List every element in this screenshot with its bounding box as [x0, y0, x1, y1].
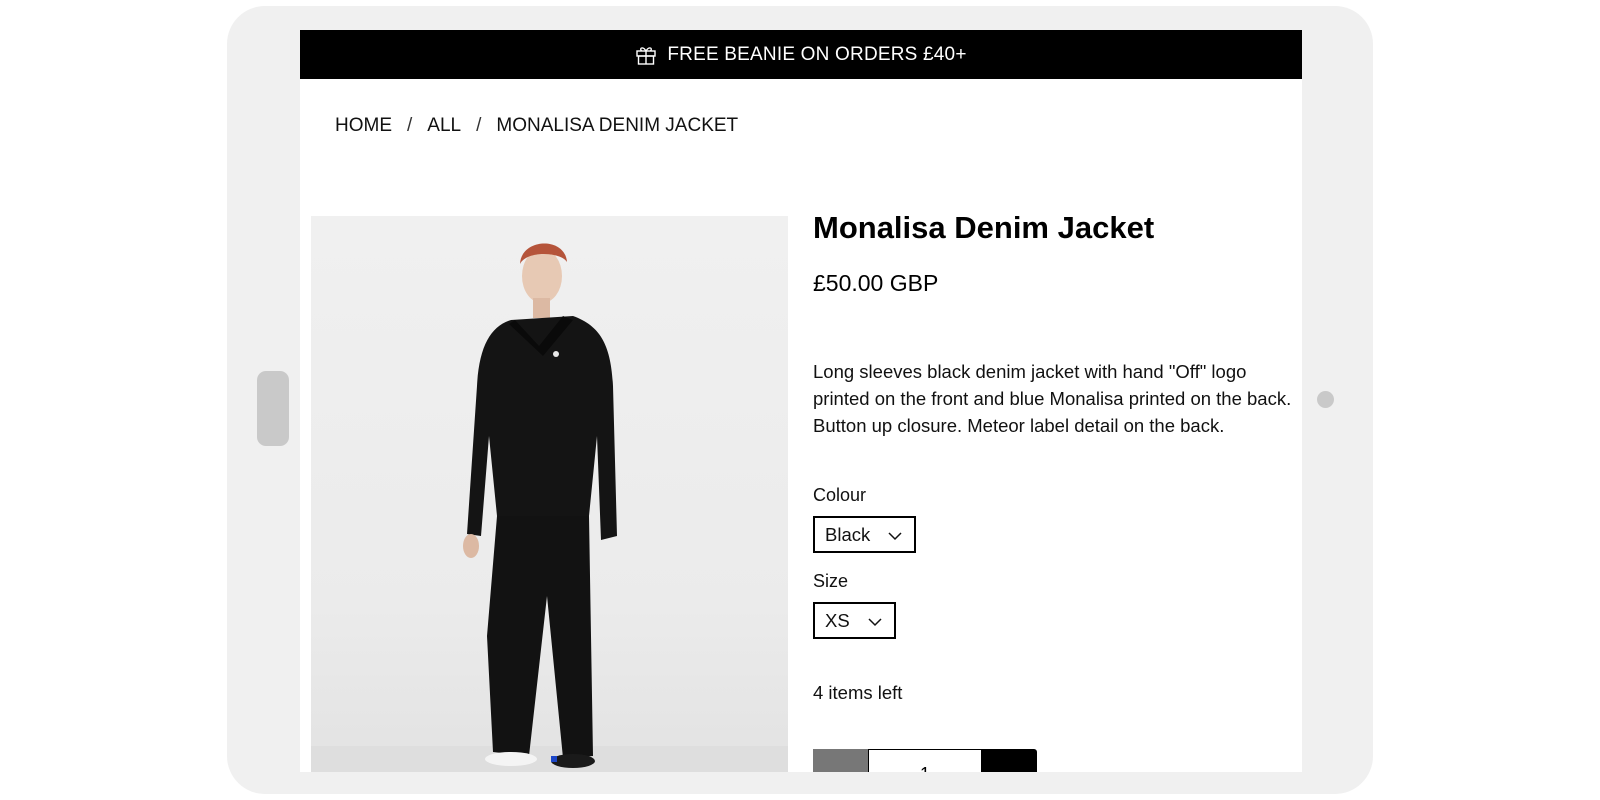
product-title: Monalisa Denim Jacket — [813, 210, 1155, 245]
gift-icon — [635, 44, 657, 66]
chevron-down-icon — [888, 524, 902, 546]
quantity-stepper: 1 — [813, 749, 1037, 772]
colour-value: Black — [825, 523, 871, 545]
size-label: Size — [813, 571, 849, 591]
size-value: XS — [825, 609, 850, 631]
model-figure — [463, 243, 617, 768]
screen: FREE BEANIE ON ORDERS £40+ HOME / ALL / … — [300, 30, 1302, 772]
breadcrumb-separator: / — [476, 115, 482, 136]
product-price: £50.00 GBP — [813, 270, 939, 296]
product-image[interactable] — [311, 216, 788, 772]
product-description: Long sleeves black denim jacket with han… — [813, 361, 1292, 436]
size-select[interactable]: XS — [813, 602, 896, 639]
breadcrumb-all[interactable]: ALL — [427, 115, 461, 137]
quantity-increase-button[interactable] — [982, 749, 1037, 772]
colour-label: Colour — [813, 485, 867, 505]
tablet-camera — [1317, 391, 1334, 408]
colour-select[interactable]: Black — [813, 516, 917, 553]
breadcrumb-home[interactable]: HOME — [335, 115, 392, 137]
breadcrumb: HOME / ALL / MONALISA DENIM JACKET — [335, 111, 738, 141]
breadcrumb-separator: / — [407, 115, 413, 136]
breadcrumb-current: MONALISA DENIM JACKET — [496, 115, 739, 136]
tablet-home-button — [257, 371, 289, 446]
quantity-input[interactable]: 1 — [868, 749, 982, 772]
announcement-text: FREE BEANIE ON ORDERS £40+ — [667, 43, 967, 65]
announcement-bar[interactable]: FREE BEANIE ON ORDERS £40+ — [300, 30, 1302, 79]
quantity-decrease-button[interactable] — [813, 749, 868, 772]
chevron-down-icon — [868, 610, 882, 632]
stock-status: 4 items left — [813, 682, 903, 703]
